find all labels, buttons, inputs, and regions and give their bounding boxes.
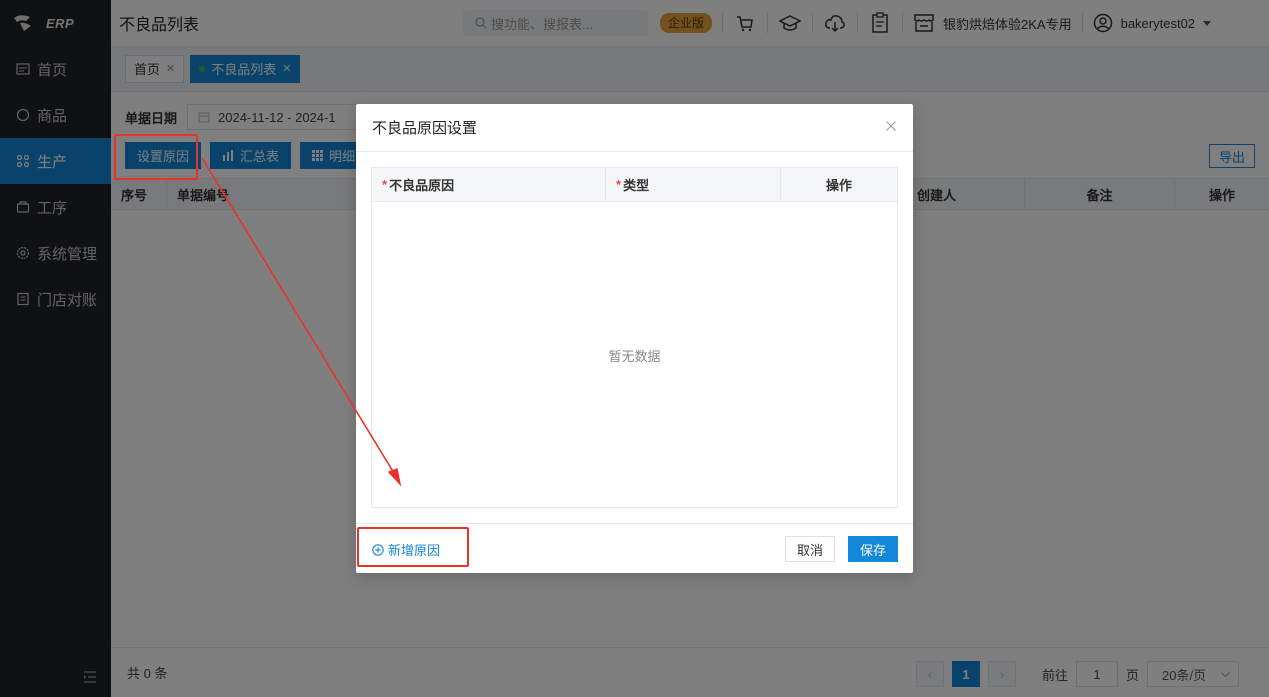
column-label: 不良品原因: [389, 178, 455, 193]
annotation-highlight-add-reason: [357, 527, 469, 567]
column-label: 操作: [825, 178, 852, 193]
close-icon[interactable]: [885, 120, 897, 132]
cancel-button[interactable]: 取消: [784, 536, 835, 562]
column-header-reason: * 不良品原因: [372, 168, 606, 201]
save-button[interactable]: 保存: [847, 536, 898, 562]
reason-table-header: * 不良品原因 * 类型 操作: [372, 168, 897, 202]
cancel-label: 取消: [796, 542, 823, 558]
dialog-header: 不良品原因设置: [356, 104, 913, 152]
column-label: 类型: [623, 178, 650, 193]
column-header-action: 操作: [781, 168, 897, 201]
save-label: 保存: [859, 542, 886, 558]
required-mark: *: [382, 177, 388, 192]
empty-state: 暂无数据: [608, 349, 661, 364]
reason-settings-dialog: 不良品原因设置 * 不良品原因 * 类型 操作 暂无数据 新增原因 取消 保存: [356, 104, 913, 573]
reason-table: * 不良品原因 * 类型 操作 暂无数据: [371, 167, 898, 508]
annotation-highlight-set-reason: [114, 134, 198, 180]
dialog-title: 不良品原因设置: [372, 120, 478, 137]
required-mark: *: [616, 177, 622, 192]
column-header-type: * 类型: [606, 168, 781, 201]
